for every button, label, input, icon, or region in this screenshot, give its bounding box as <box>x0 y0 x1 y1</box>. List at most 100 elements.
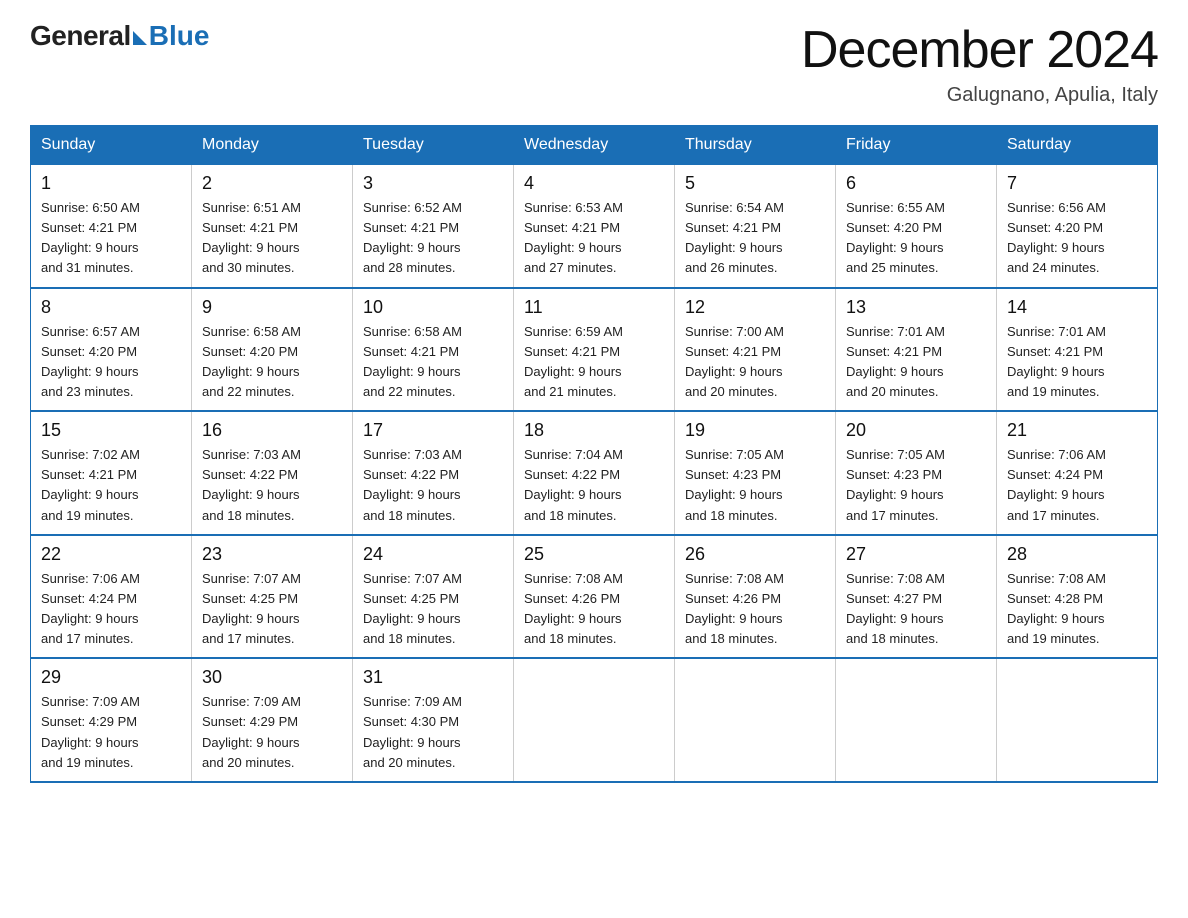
calendar-cell: 23Sunrise: 7:07 AMSunset: 4:25 PMDayligh… <box>192 535 353 659</box>
day-info: Sunrise: 6:53 AMSunset: 4:21 PMDaylight:… <box>524 198 664 279</box>
calendar-cell: 25Sunrise: 7:08 AMSunset: 4:26 PMDayligh… <box>514 535 675 659</box>
day-number: 31 <box>363 667 503 688</box>
day-number: 18 <box>524 420 664 441</box>
calendar-cell: 4 Sunrise: 6:53 AMSunset: 4:21 PMDaylight… <box>514 165 675 288</box>
day-info: Sunrise: 6:55 AMSunset: 4:20 PMDaylight:… <box>846 198 986 279</box>
header-row: Sunday Monday Tuesday Wednesday Thursday… <box>31 126 1158 165</box>
calendar-cell <box>836 658 997 782</box>
day-number: 23 <box>202 544 342 565</box>
calendar-cell: 3 Sunrise: 6:52 AMSunset: 4:21 PMDaylight… <box>353 165 514 288</box>
day-info: Sunrise: 7:03 AMSunset: 4:22 PMDaylight:… <box>363 445 503 526</box>
day-number: 27 <box>846 544 986 565</box>
day-number: 3 <box>363 173 503 194</box>
calendar-cell: 10Sunrise: 6:58 AMSunset: 4:21 PMDayligh… <box>353 288 514 412</box>
calendar-cell: 24 Sunrise: 7:07 AMSunset: 4:25 PMDayligh… <box>353 535 514 659</box>
calendar-cell: 1Sunrise: 6:50 AMSunset: 4:21 PMDaylight… <box>31 165 192 288</box>
day-number: 6 <box>846 173 986 194</box>
day-info: Sunrise: 7:08 AMSunset: 4:26 PMDaylight:… <box>685 569 825 650</box>
day-number: 25 <box>524 544 664 565</box>
calendar-body: 1Sunrise: 6:50 AMSunset: 4:21 PMDaylight… <box>31 165 1158 782</box>
page-header: General Blue December 2024 Galugnano, Ap… <box>30 20 1158 107</box>
calendar-cell: 8 Sunrise: 6:57 AMSunset: 4:20 PMDaylight… <box>31 288 192 412</box>
day-number: 15 <box>41 420 181 441</box>
header-tuesday: Tuesday <box>353 126 514 165</box>
day-info: Sunrise: 6:58 AMSunset: 4:20 PMDaylight:… <box>202 322 342 403</box>
logo-general-text: General <box>30 20 131 52</box>
calendar-cell <box>675 658 836 782</box>
calendar-cell: 14Sunrise: 7:01 AMSunset: 4:21 PMDayligh… <box>997 288 1158 412</box>
day-number: 5 <box>685 173 825 194</box>
logo: General Blue <box>30 20 209 52</box>
calendar-cell: 6 Sunrise: 6:55 AMSunset: 4:20 PMDaylight… <box>836 165 997 288</box>
calendar-cell: 13 Sunrise: 7:01 AMSunset: 4:21 PMDayligh… <box>836 288 997 412</box>
calendar-cell: 21Sunrise: 7:06 AMSunset: 4:24 PMDayligh… <box>997 411 1158 535</box>
day-number: 28 <box>1007 544 1147 565</box>
calendar-table: Sunday Monday Tuesday Wednesday Thursday… <box>30 125 1158 783</box>
day-info: Sunrise: 7:02 AMSunset: 4:21 PMDaylight:… <box>41 445 181 526</box>
calendar-cell: 27 Sunrise: 7:08 AMSunset: 4:27 PMDayligh… <box>836 535 997 659</box>
day-info: Sunrise: 7:01 AMSunset: 4:21 PMDaylight:… <box>846 322 986 403</box>
day-number: 12 <box>685 297 825 318</box>
logo-arrow-icon <box>133 31 147 45</box>
day-number: 11 <box>524 297 664 318</box>
day-info: Sunrise: 7:05 AMSunset: 4:23 PMDaylight:… <box>685 445 825 526</box>
day-info: Sunrise: 6:51 AMSunset: 4:21 PMDaylight:… <box>202 198 342 279</box>
day-info: Sunrise: 7:07 AMSunset: 4:25 PMDaylight:… <box>363 569 503 650</box>
calendar-cell: 30 Sunrise: 7:09 AMSunset: 4:29 PMDayligh… <box>192 658 353 782</box>
day-info: Sunrise: 7:09 AMSunset: 4:29 PMDaylight:… <box>202 692 342 773</box>
calendar-cell: 5Sunrise: 6:54 AMSunset: 4:21 PMDaylight… <box>675 165 836 288</box>
logo-blue-text: Blue <box>149 20 210 52</box>
day-info: Sunrise: 6:52 AMSunset: 4:21 PMDaylight:… <box>363 198 503 279</box>
calendar-week-row: 29 Sunrise: 7:09 AMSunset: 4:29 PMDayligh… <box>31 658 1158 782</box>
calendar-cell: 22 Sunrise: 7:06 AMSunset: 4:24 PMDayligh… <box>31 535 192 659</box>
day-number: 17 <box>363 420 503 441</box>
day-info: Sunrise: 6:59 AMSunset: 4:21 PMDaylight:… <box>524 322 664 403</box>
header-monday: Monday <box>192 126 353 165</box>
header-friday: Friday <box>836 126 997 165</box>
calendar-cell: 12 Sunrise: 7:00 AMSunset: 4:21 PMDayligh… <box>675 288 836 412</box>
day-number: 4 <box>524 173 664 194</box>
day-info: Sunrise: 6:56 AMSunset: 4:20 PMDaylight:… <box>1007 198 1147 279</box>
day-info: Sunrise: 7:06 AMSunset: 4:24 PMDaylight:… <box>1007 445 1147 526</box>
day-info: Sunrise: 7:09 AMSunset: 4:29 PMDaylight:… <box>41 692 181 773</box>
day-info: Sunrise: 7:06 AMSunset: 4:24 PMDaylight:… <box>41 569 181 650</box>
calendar-header: Sunday Monday Tuesday Wednesday Thursday… <box>31 126 1158 165</box>
day-number: 10 <box>363 297 503 318</box>
day-info: Sunrise: 7:08 AMSunset: 4:28 PMDaylight:… <box>1007 569 1147 650</box>
calendar-cell: 31 Sunrise: 7:09 AMSunset: 4:30 PMDayligh… <box>353 658 514 782</box>
day-info: Sunrise: 6:50 AMSunset: 4:21 PMDaylight:… <box>41 198 181 279</box>
calendar-cell: 18 Sunrise: 7:04 AMSunset: 4:22 PMDayligh… <box>514 411 675 535</box>
day-number: 2 <box>202 173 342 194</box>
day-number: 13 <box>846 297 986 318</box>
day-number: 9 <box>202 297 342 318</box>
day-number: 29 <box>41 667 181 688</box>
day-number: 16 <box>202 420 342 441</box>
day-info: Sunrise: 7:00 AMSunset: 4:21 PMDaylight:… <box>685 322 825 403</box>
day-number: 8 <box>41 297 181 318</box>
day-number: 24 <box>363 544 503 565</box>
calendar-cell: 17 Sunrise: 7:03 AMSunset: 4:22 PMDayligh… <box>353 411 514 535</box>
day-info: Sunrise: 7:08 AMSunset: 4:27 PMDaylight:… <box>846 569 986 650</box>
calendar-week-row: 8 Sunrise: 6:57 AMSunset: 4:20 PMDaylight… <box>31 288 1158 412</box>
month-title: December 2024 <box>801 20 1158 80</box>
day-info: Sunrise: 7:09 AMSunset: 4:30 PMDaylight:… <box>363 692 503 773</box>
calendar-cell: 26Sunrise: 7:08 AMSunset: 4:26 PMDayligh… <box>675 535 836 659</box>
calendar-cell: 29 Sunrise: 7:09 AMSunset: 4:29 PMDayligh… <box>31 658 192 782</box>
calendar-week-row: 15 Sunrise: 7:02 AMSunset: 4:21 PMDayligh… <box>31 411 1158 535</box>
calendar-cell: 9 Sunrise: 6:58 AMSunset: 4:20 PMDaylight… <box>192 288 353 412</box>
day-info: Sunrise: 6:57 AMSunset: 4:20 PMDaylight:… <box>41 322 181 403</box>
header-wednesday: Wednesday <box>514 126 675 165</box>
day-number: 19 <box>685 420 825 441</box>
calendar-cell: 16 Sunrise: 7:03 AMSunset: 4:22 PMDayligh… <box>192 411 353 535</box>
day-info: Sunrise: 7:04 AMSunset: 4:22 PMDaylight:… <box>524 445 664 526</box>
day-number: 30 <box>202 667 342 688</box>
calendar-cell: 20Sunrise: 7:05 AMSunset: 4:23 PMDayligh… <box>836 411 997 535</box>
title-area: December 2024 Galugnano, Apulia, Italy <box>801 20 1158 107</box>
day-number: 22 <box>41 544 181 565</box>
calendar-cell: 19 Sunrise: 7:05 AMSunset: 4:23 PMDayligh… <box>675 411 836 535</box>
day-info: Sunrise: 7:03 AMSunset: 4:22 PMDaylight:… <box>202 445 342 526</box>
day-number: 14 <box>1007 297 1147 318</box>
header-sunday: Sunday <box>31 126 192 165</box>
day-number: 20 <box>846 420 986 441</box>
header-thursday: Thursday <box>675 126 836 165</box>
